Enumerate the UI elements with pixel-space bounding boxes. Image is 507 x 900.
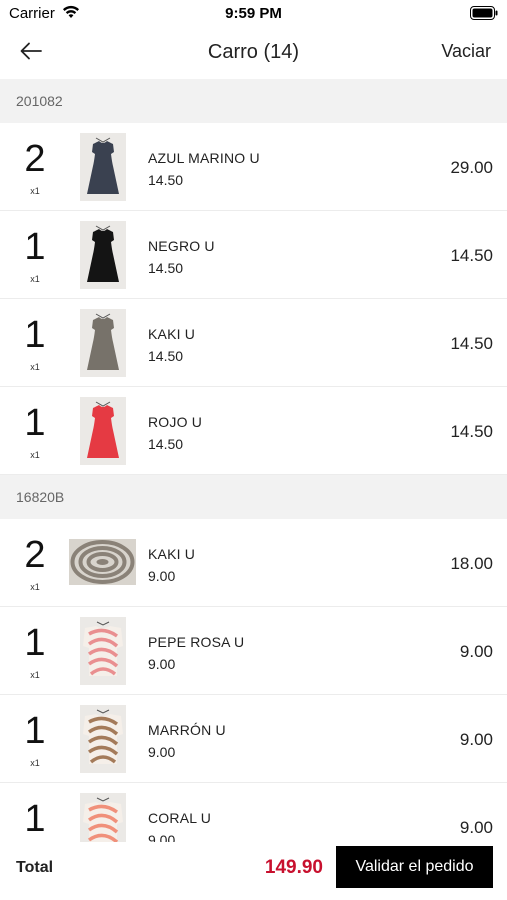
product-image[interactable] bbox=[80, 705, 126, 773]
item-unit-price: 14.50 bbox=[148, 172, 184, 188]
item-total-price: 9.00 bbox=[459, 730, 493, 749]
item-name: KAKI U bbox=[148, 546, 196, 562]
product-image[interactable] bbox=[80, 133, 126, 201]
total-label: Total bbox=[16, 859, 54, 876]
checkout-button[interactable]: Validar el pedido bbox=[336, 846, 493, 888]
item-quantity[interactable]: 1 bbox=[18, 227, 52, 267]
item-name: MARRÓN U bbox=[148, 722, 226, 738]
status-bar: Carrier 9:59 PM bbox=[0, 0, 507, 28]
item-unit-price: 14.50 bbox=[148, 348, 184, 364]
product-image[interactable] bbox=[80, 397, 126, 465]
cart-item-row[interactable]: 2 x1 KAKI U 9.00 18.00 bbox=[0, 519, 507, 607]
item-total-price: 29.00 bbox=[450, 158, 493, 177]
empty-cart-button[interactable]: Vaciar bbox=[441, 41, 491, 62]
item-name: AZUL MARINO U bbox=[148, 150, 260, 166]
item-name: CORAL U bbox=[148, 810, 212, 826]
cart-item-row[interactable]: 1 x1 PEPE ROSA U 9.00 9.00 bbox=[0, 607, 507, 695]
battery-icon bbox=[470, 6, 498, 25]
item-multiplier: x1 bbox=[30, 186, 40, 196]
item-name: NEGRO U bbox=[148, 238, 215, 254]
item-total-price: 14.50 bbox=[450, 334, 493, 353]
cart-list[interactable]: 201082 2 x1 AZUL MARINO U 14.50 29.00 1 x1 NEGRO… bbox=[0, 79, 507, 842]
item-total-price: 9.00 bbox=[459, 818, 493, 837]
item-unit-price: 14.50 bbox=[148, 436, 184, 452]
clock: 9:59 PM bbox=[225, 5, 282, 22]
item-total-price: 14.50 bbox=[450, 422, 493, 441]
item-name: KAKI U bbox=[148, 326, 196, 342]
product-image[interactable] bbox=[80, 793, 126, 842]
item-quantity[interactable]: 1 bbox=[18, 799, 52, 839]
section-header: 16820B bbox=[0, 475, 507, 519]
item-quantity[interactable]: 2 bbox=[18, 535, 52, 575]
item-unit-price: 9.00 bbox=[148, 744, 176, 760]
item-multiplier: x1 bbox=[30, 450, 40, 460]
cart-item-row[interactable]: 1 x1 NEGRO U 14.50 14.50 bbox=[0, 211, 507, 299]
item-name: PEPE ROSA U bbox=[148, 634, 245, 650]
item-quantity[interactable]: 1 bbox=[18, 711, 52, 751]
cart-item-row[interactable]: 1 x1 ROJO U 14.50 14.50 bbox=[0, 387, 507, 475]
item-total-price: 18.00 bbox=[450, 554, 493, 573]
cart-item-row[interactable]: 1 CORAL U 9.00 9.00 bbox=[0, 783, 507, 842]
item-multiplier: x1 bbox=[30, 582, 40, 592]
item-name: ROJO U bbox=[148, 414, 203, 430]
item-total-price: 14.50 bbox=[450, 246, 493, 265]
item-multiplier: x1 bbox=[30, 274, 40, 284]
cart-item-row[interactable]: 1 x1 KAKI U 14.50 14.50 bbox=[0, 299, 507, 387]
item-multiplier: x1 bbox=[30, 758, 40, 768]
item-unit-price: 9.00 bbox=[148, 656, 176, 672]
cart-item-row[interactable]: 1 x1 MARRÓN U 9.00 9.00 bbox=[0, 695, 507, 783]
product-image[interactable] bbox=[80, 617, 126, 685]
section-header: 201082 bbox=[0, 79, 507, 123]
item-unit-price: 9.00 bbox=[148, 568, 176, 584]
item-quantity[interactable]: 1 bbox=[18, 623, 52, 663]
item-unit-price: 9.00 bbox=[148, 832, 176, 842]
cart-footer: Total 149.90 Validar el pedido bbox=[0, 842, 507, 900]
item-multiplier: x1 bbox=[30, 670, 40, 680]
item-quantity[interactable]: 2 bbox=[18, 139, 52, 179]
cart-screen: Carrier 9:59 PM Carro (14) Vaciar 201082… bbox=[0, 0, 507, 900]
item-unit-price: 14.50 bbox=[148, 260, 184, 276]
product-image[interactable] bbox=[80, 221, 126, 289]
product-image[interactable] bbox=[80, 309, 126, 377]
product-image[interactable] bbox=[69, 539, 136, 585]
nav-bar: Carro (14) Vaciar bbox=[0, 28, 507, 78]
item-multiplier: x1 bbox=[30, 362, 40, 372]
total-value: 149.90 bbox=[264, 857, 323, 878]
page-title: Carro (14) bbox=[207, 41, 300, 63]
item-total-price: 9.00 bbox=[459, 642, 493, 661]
cart-item-row[interactable]: 2 x1 AZUL MARINO U 14.50 29.00 bbox=[0, 123, 507, 211]
item-quantity[interactable]: 1 bbox=[18, 315, 52, 355]
item-quantity[interactable]: 1 bbox=[18, 403, 52, 443]
